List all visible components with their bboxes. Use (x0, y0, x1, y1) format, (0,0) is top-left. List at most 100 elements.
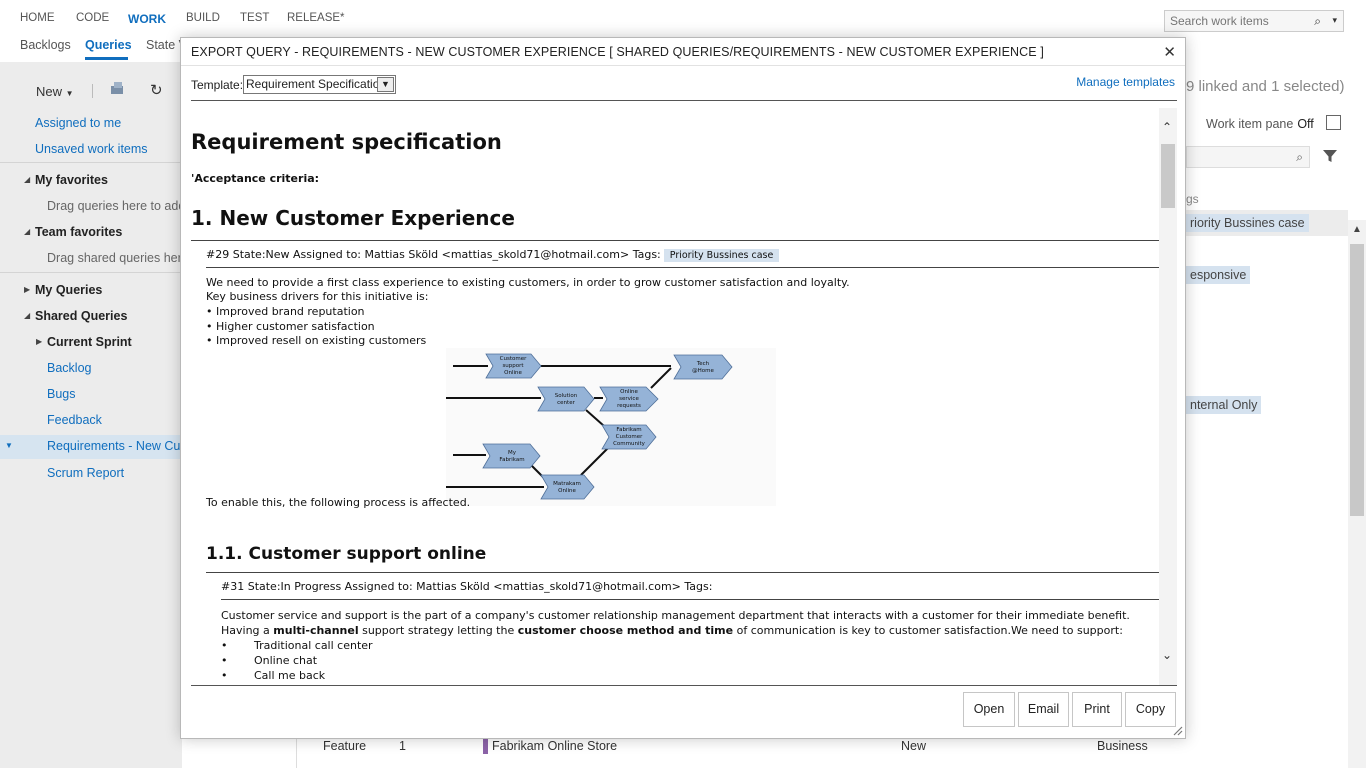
manage-templates-link[interactable]: Manage templates (1076, 75, 1175, 89)
sidebar-group-shared-queries[interactable]: ◢ Shared Queries (0, 305, 182, 329)
tags-column-header: gs (1186, 192, 1199, 206)
sidebar-group-my-queries[interactable]: ▶ My Queries (0, 279, 182, 303)
diagram-label: Fabrikam (616, 427, 641, 433)
collapse-icon[interactable]: ◢ (24, 227, 30, 236)
paragraph: To enable this, the following process is… (206, 496, 471, 509)
context-menu-icon[interactable]: ▼ (5, 441, 13, 450)
process-diagram: Customer support Online Tech @Home Solut… (446, 348, 776, 506)
chevron-down-icon[interactable]: ▼ (377, 77, 394, 92)
chevron-down-icon[interactable]: ⌄ (1162, 648, 1172, 662)
meta-rule (221, 599, 1159, 600)
sidebar-item-label: Bugs (47, 387, 76, 401)
tab-backlogs[interactable]: Backlogs (20, 38, 71, 52)
work-item-pane-toggle[interactable]: Work item pane Off (1206, 117, 1314, 131)
sidebar-hint-label: Drag queries here to add (47, 199, 182, 213)
fullscreen-icon[interactable] (1326, 115, 1341, 130)
expand-icon[interactable]: ▶ (36, 337, 42, 346)
sidebar-item-unsaved[interactable]: Unsaved work items (0, 138, 182, 162)
resize-grip-icon[interactable] (1171, 724, 1183, 736)
sidebar-group-my-favorites[interactable]: ◢ My favorites (0, 169, 182, 193)
search-icon[interactable]: ⌕ (1314, 14, 1321, 29)
acceptance-criteria-label: 'Acceptance criteria: (191, 172, 320, 185)
sidebar-item-label: Scrum Report (47, 466, 125, 480)
tab-queries[interactable]: Queries (85, 38, 132, 52)
results-scrollbar[interactable]: ▲ (1348, 220, 1366, 768)
results-pane: 9 linked and 1 selected) Work item pane O… (1186, 62, 1366, 768)
nav-test[interactable]: TEST (240, 12, 269, 24)
diagram-label: service (619, 396, 639, 402)
nav-work[interactable]: WORK (128, 12, 166, 26)
bullet-icon: • (221, 669, 228, 682)
sidebar-item-backlog[interactable]: Backlog (0, 357, 182, 381)
table-cell-title[interactable]: Fabrikam Online Store (492, 739, 617, 753)
refresh-icon[interactable]: ↻ (150, 81, 163, 99)
diagram-label: Online (620, 389, 638, 395)
search-input[interactable] (1165, 11, 1305, 31)
sidebar-folder-current-sprint[interactable]: ▶ Current Sprint (0, 331, 182, 355)
sidebar-item-label: My favorites (35, 173, 108, 187)
meta-text: #29 State:New Assigned to: Mattias Sköld… (206, 248, 661, 261)
diagram-label: Online (558, 488, 576, 494)
scrollbar-thumb[interactable] (1350, 244, 1364, 516)
results-table: Feature 1 Fabrikam Online Store New Busi… (296, 735, 1366, 768)
search-work-items[interactable]: ⌕ ▾ (1164, 10, 1344, 32)
collapse-icon[interactable]: ◢ (24, 175, 30, 184)
diagram-label: Tech (696, 361, 710, 367)
sidebar-group-team-favorites[interactable]: ◢ Team favorites (0, 221, 182, 245)
diagram-label: center (557, 400, 575, 406)
sidebar-item-label: Shared Queries (35, 309, 128, 323)
filter-icon[interactable] (1322, 148, 1338, 164)
sidebar-item-label: My Queries (35, 283, 103, 297)
nav-build[interactable]: BUILD (186, 12, 220, 24)
section-rule (206, 572, 1159, 573)
title-divider (181, 65, 1185, 66)
chevron-down-icon[interactable]: ▾ (1332, 15, 1337, 26)
open-button[interactable]: Open (963, 692, 1015, 727)
sidebar-item-bugs[interactable]: Bugs (0, 383, 182, 407)
template-select[interactable]: Requirement Specification ▼ (243, 75, 396, 94)
sidebar-hint-label: Drag shared queries here (47, 251, 182, 265)
email-button[interactable]: Email (1018, 692, 1069, 727)
nav-release[interactable]: RELEASE* (287, 12, 345, 24)
collapse-icon[interactable]: ◢ (24, 311, 30, 320)
new-label: New (36, 84, 63, 99)
sidebar-toolbar: New ▼ ↻ (0, 76, 182, 106)
paragraph: Key business drivers for this initiative… (206, 290, 429, 303)
nav-home[interactable]: HOME (20, 12, 55, 24)
bullet-icon: • (221, 654, 228, 667)
work-item-pane-label: Work item pane (1206, 117, 1294, 131)
copy-button[interactable]: Copy (1125, 692, 1176, 727)
diagram-label: Matrakam (553, 481, 581, 487)
document-heading: Requirement specification (191, 130, 502, 154)
sidebar-item-feedback[interactable]: Feedback (0, 409, 182, 433)
chevron-up-icon[interactable]: ▲ (1352, 224, 1362, 235)
save-queries-icon[interactable] (110, 81, 124, 95)
close-icon[interactable]: ✕ (1163, 43, 1176, 61)
sidebar-item-assigned[interactable]: Assigned to me (0, 112, 182, 136)
sidebar-item-requirements[interactable]: ▼ Requirements - New Cus (0, 435, 182, 459)
list-item: • Improved resell on existing customers (206, 334, 427, 347)
sidebar-item-scrum-report[interactable]: Scrum Report (0, 462, 182, 486)
scrollbar-thumb[interactable] (1161, 144, 1175, 208)
sidebar-item-label: Unsaved work items (35, 142, 148, 156)
sidebar-hint-my-favorites: Drag queries here to add (0, 195, 182, 219)
print-button[interactable]: Print (1072, 692, 1122, 727)
sidebar-hint-team-favorites: Drag shared queries here (0, 247, 182, 271)
results-count: 9 linked and 1 selected) (1186, 78, 1345, 95)
export-query-dialog: EXPORT QUERY - REQUIREMENTS - NEW CUSTOM… (180, 37, 1186, 739)
expand-icon[interactable]: ▶ (24, 285, 30, 294)
template-divider (191, 100, 1177, 101)
template-select-value: Requirement Specification (246, 77, 387, 91)
chevron-up-icon[interactable]: ⌃ (1162, 120, 1172, 134)
document-preview[interactable]: Requirement specification 'Acceptance cr… (191, 108, 1177, 686)
text-run-bold: customer choose method and time (517, 624, 734, 637)
diagram-label: Online (504, 370, 522, 376)
new-query-button[interactable]: New ▼ (36, 84, 74, 99)
diagram-label: Fabrikam (499, 457, 524, 463)
sidebar-item-label: Current Sprint (47, 335, 132, 349)
diagram-label: Community (613, 441, 646, 447)
diagram-label: My (508, 450, 517, 456)
nav-code[interactable]: CODE (76, 12, 109, 24)
preview-scrollbar[interactable]: ⌃ ⌄ (1159, 108, 1177, 685)
filter-input[interactable]: ⌕ (1186, 146, 1310, 168)
